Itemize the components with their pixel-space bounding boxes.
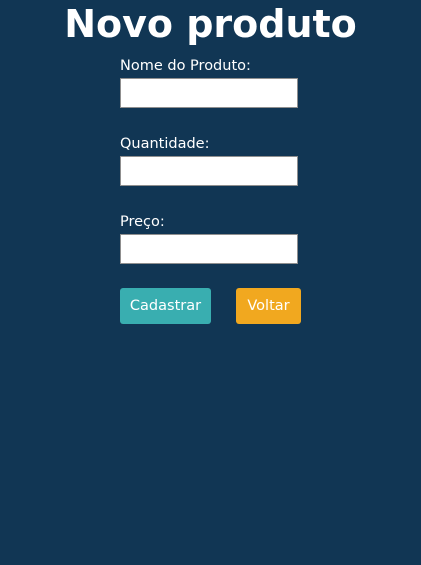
product-name-field-group: Nome do Produto: [120, 56, 320, 108]
product-name-input[interactable] [120, 78, 298, 108]
page-title: Novo produto [64, 2, 357, 46]
submit-button[interactable]: Cadastrar [120, 288, 211, 324]
product-name-label: Nome do Produto: [120, 58, 251, 74]
back-button[interactable]: Voltar [236, 288, 301, 324]
price-input[interactable] [120, 234, 298, 264]
quantity-label: Quantidade: [120, 136, 210, 152]
quantity-field-group: Quantidade: [120, 134, 320, 186]
quantity-input[interactable] [120, 156, 298, 186]
price-label: Preço: [120, 214, 165, 230]
price-field-group: Preço: [120, 212, 320, 264]
